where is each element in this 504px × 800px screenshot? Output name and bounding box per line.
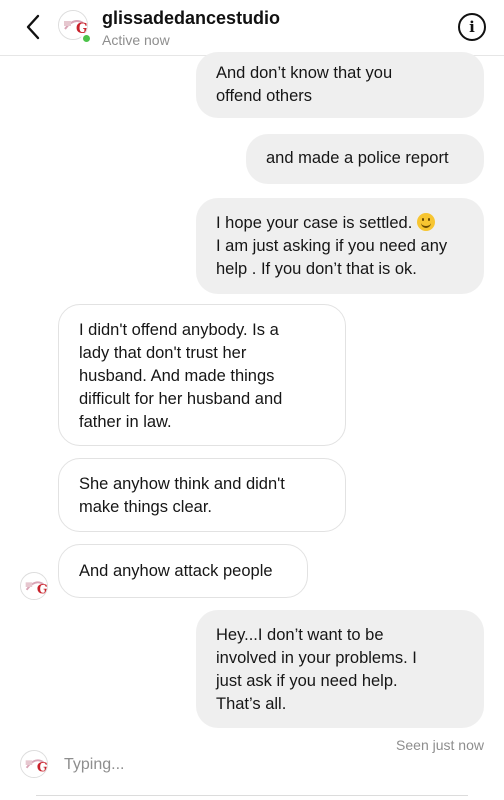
message-bubble-outgoing[interactable]: Hey...I don’t want to be involved in you… [196,610,484,728]
message-text: And anyhow attack people [79,562,273,580]
online-status-dot [81,33,92,44]
message-bubble-incoming[interactable]: And anyhow attack people [58,544,308,598]
typing-avatar[interactable]: G [20,750,48,778]
message-bubble-outgoing[interactable]: and made a police report [246,134,484,184]
message-text-continued: I am just asking if you need any help . … [216,237,448,278]
sender-avatar[interactable]: G [20,572,48,600]
message-bubble-incoming[interactable]: She anyhow think and didn't make things … [58,458,346,532]
message-text: She anyhow think and didn't make things … [79,475,285,516]
active-status: Active now [102,32,170,48]
svg-text:G: G [37,583,48,598]
conversation-title[interactable]: glissadedancestudio [102,8,280,29]
message-bubble-outgoing[interactable]: I hope your case is settled. I am just a… [196,198,484,294]
message-bubble-outgoing[interactable]: And don’t know that you offend others [196,52,484,118]
chevron-left-icon [26,14,40,40]
message-bubble-incoming[interactable]: I didn't offend anybody. Is a lady that … [58,304,346,446]
info-icon[interactable]: i [458,13,486,41]
message-text: and made a police report [266,149,449,167]
svg-text:G: G [37,761,48,776]
back-button[interactable] [18,10,48,44]
seen-status: Seen just now [396,737,484,753]
profile-avatar[interactable]: G [58,10,92,44]
message-text: I didn't offend anybody. Is a lady that … [79,321,283,431]
chat-header: G glissadedancestudio Active now i [0,0,504,56]
message-text: I hope your case is settled. [216,214,413,232]
message-line-with-emoji: I hope your case is settled. [216,212,464,235]
message-text: Hey...I don’t want to be involved in you… [216,626,417,713]
slightly-smiling-face-icon [416,213,435,231]
composer-edge [36,795,468,800]
message-text: And don’t know that you offend others [216,64,393,105]
typing-indicator: Typing... [64,756,125,773]
